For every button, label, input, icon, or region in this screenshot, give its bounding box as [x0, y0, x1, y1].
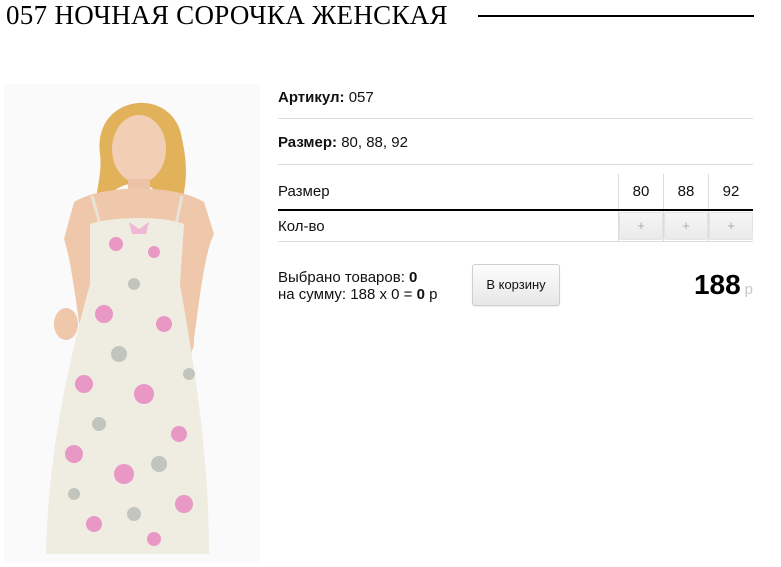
- product-photo[interactable]: [4, 84, 260, 562]
- article-label: Артикул:: [278, 89, 345, 106]
- quantity-cell-92: +: [708, 210, 753, 242]
- size-80-header: 80: [618, 174, 664, 211]
- sum-line: на сумму: 188 x 0 = 0 р: [278, 286, 437, 303]
- sum-label: на сумму: 188 x 0 =: [278, 286, 413, 303]
- quantity-cell-80: +: [618, 210, 664, 242]
- size-header-row: Размер 80 88 92: [278, 174, 753, 211]
- divider: [278, 118, 753, 119]
- price-value: 188: [693, 269, 741, 300]
- page-title: 057 НОЧНАЯ СОРОЧКА ЖЕНСКАЯ: [6, 0, 448, 30]
- page-header: 057 НОЧНАЯ СОРОЧКА ЖЕНСКАЯ: [6, 0, 754, 32]
- size-quantity-table: Размер 80 88 92 Кол-во + + +: [278, 174, 753, 242]
- title-divider: [478, 15, 754, 17]
- divider: [278, 164, 753, 165]
- order-summary: Выбрано товаров: 0 на сумму: 188 x 0 = 0…: [278, 269, 437, 303]
- quantity-label: Кол-во: [278, 210, 619, 242]
- increment-88-button[interactable]: +: [664, 212, 708, 240]
- size-92-header: 92: [708, 174, 753, 211]
- increment-92-button[interactable]: +: [709, 212, 753, 240]
- size-row: Размер: 80, 88, 92: [278, 134, 408, 152]
- selected-label: Выбрано товаров:: [278, 269, 405, 286]
- quantity-row: Кол-во + + +: [278, 210, 753, 242]
- quantity-cell-88: +: [663, 210, 709, 242]
- price-currency: р: [744, 281, 753, 298]
- size-88-header: 88: [663, 174, 709, 211]
- sum-currency: р: [429, 286, 438, 303]
- article-value: 057: [348, 89, 374, 106]
- product-image: [46, 102, 214, 554]
- size-value: 80, 88, 92: [341, 134, 408, 151]
- selected-count: 0: [409, 269, 418, 286]
- article-row: Артикул: 057: [278, 89, 374, 107]
- size-header-label: Размер: [278, 174, 619, 211]
- sum-value: 0: [416, 286, 425, 303]
- add-to-cart-button[interactable]: В корзину: [472, 264, 560, 306]
- size-label: Размер:: [278, 134, 338, 151]
- increment-80-button[interactable]: +: [619, 212, 663, 240]
- price: 188 р: [694, 270, 753, 300]
- selected-count-line: Выбрано товаров: 0: [278, 269, 437, 286]
